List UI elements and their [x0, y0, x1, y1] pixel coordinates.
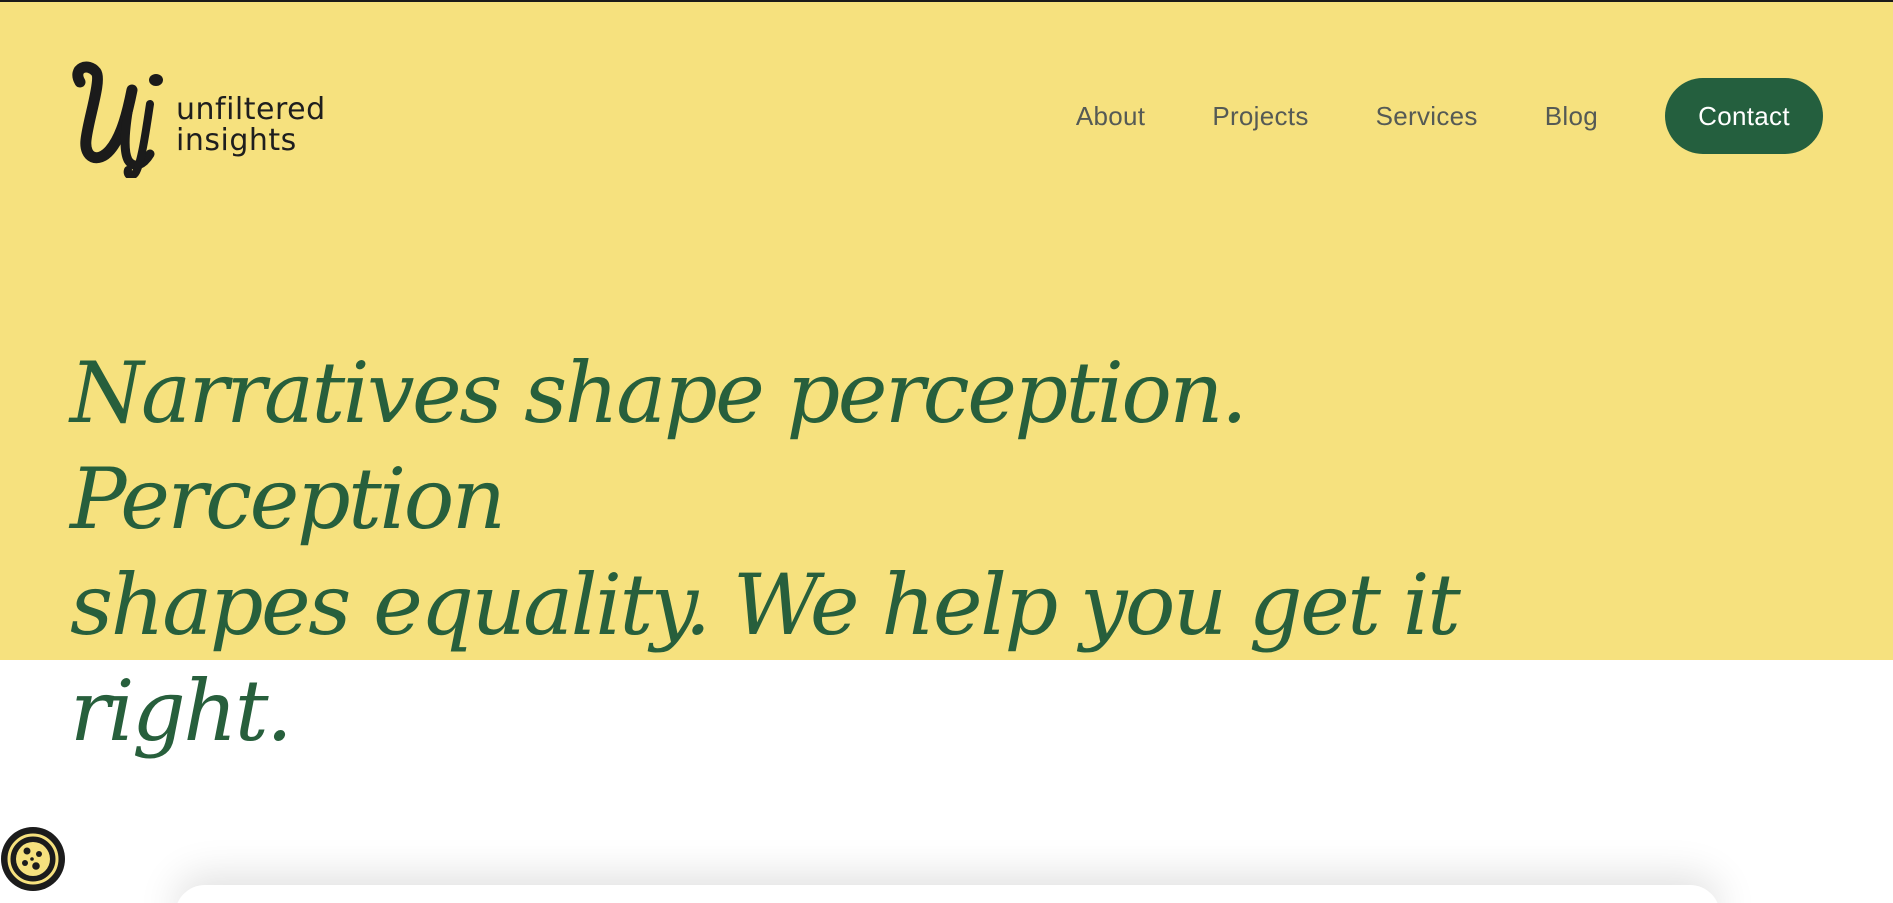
cookie-settings-button[interactable] [1, 827, 65, 891]
cookie-icon [7, 833, 59, 885]
nav-link-about[interactable]: About [1076, 101, 1145, 132]
headline-line-2: shapes equality. We help you get it righ… [70, 556, 1461, 760]
nav-link-blog[interactable]: Blog [1545, 101, 1598, 132]
headline-line-1: Narratives shape perception. Perception [70, 344, 1248, 548]
logo-wordmark: unfiltered insights [176, 94, 326, 156]
logo-mark-icon [72, 61, 163, 178]
contact-button[interactable]: Contact [1665, 78, 1823, 154]
nav-link-services[interactable]: Services [1376, 101, 1478, 132]
page: unfiltered insights About Projects Servi… [0, 0, 1893, 903]
site-logo[interactable]: unfiltered insights [66, 60, 366, 180]
main-nav: About Projects Services Blog Contact [1076, 78, 1823, 154]
hero-headline: Narratives shape perception. Perception … [70, 340, 1690, 764]
hero-section: unfiltered insights About Projects Servi… [0, 2, 1893, 760]
content-card-edge [175, 885, 1720, 903]
nav-link-projects[interactable]: Projects [1212, 101, 1308, 132]
logo-line-1: unfiltered [176, 92, 326, 127]
logo-line-2: insights [176, 123, 297, 158]
